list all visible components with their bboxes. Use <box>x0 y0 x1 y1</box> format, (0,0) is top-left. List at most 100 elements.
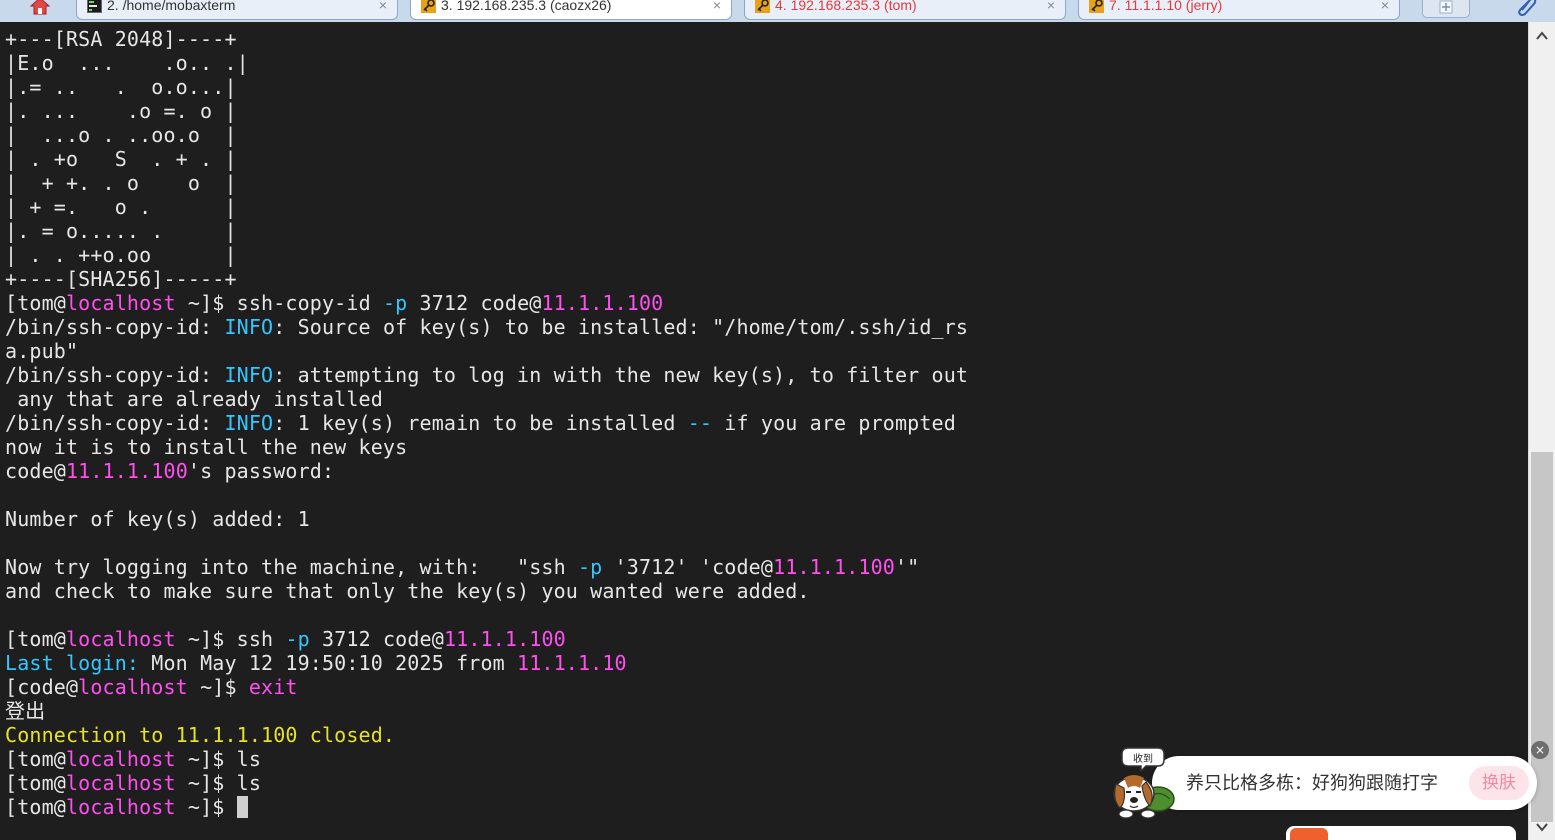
ssh-key-icon <box>421 0 436 13</box>
terminal-line: Now try logging into the machine, with: … <box>5 555 968 579</box>
scroll-down-arrow-icon[interactable] <box>1534 820 1550 834</box>
terminal-text-segment: a.pub" <box>5 339 79 363</box>
tab-home-mobaxterm[interactable]: 2. /home/mobaxterm × <box>76 0 398 20</box>
terminal-text-segment: ~]$ ls <box>175 771 262 795</box>
terminal-text-segment: [tom@ <box>5 771 66 795</box>
close-tab-icon[interactable]: × <box>1047 0 1055 16</box>
terminal-line: Connection to 11.1.1.100 closed. <box>5 723 968 747</box>
terminal-text-segment: | . +o S . + . | <box>5 147 237 171</box>
tab-session-jerry[interactable]: 7. 11.1.1.10 (jerry) × <box>1078 0 1400 20</box>
terminal-text-segment: 登出 <box>5 699 46 723</box>
terminal-line: /bin/ssh-copy-id: INFO: attempting to lo… <box>5 363 968 387</box>
terminal-text-segment: localhost <box>65 291 176 315</box>
terminal-line: Number of key(s) added: 1 <box>5 507 968 531</box>
terminal-line: now it is to install the new keys <box>5 435 968 459</box>
terminal-text-segment: [code@ <box>5 675 79 699</box>
terminal-text-segment: [tom@ <box>5 795 66 819</box>
terminal-text-segment: |. = o..... . | <box>5 219 237 243</box>
tab-session-tom[interactable]: 4. 192.168.235.3 (tom) × <box>744 0 1066 20</box>
terminal-text-segment: |.= .. . o.o...| <box>5 75 237 99</box>
terminal-text-segment: Mon May 12 19:50:10 2025 from <box>139 651 518 675</box>
tab-label: 4. 192.168.235.3 (tom) <box>775 0 917 13</box>
terminal-line: and check to make sure that only the key… <box>5 579 968 603</box>
terminal-text-segment: | ...o . ..oo.o | <box>5 123 237 147</box>
terminal-line: | + +. . o o | <box>5 171 968 195</box>
terminal-line: 登出 <box>5 699 968 723</box>
paperclip-icon[interactable] <box>1516 0 1538 16</box>
terminal-text-segment: ~]$ <box>187 675 249 699</box>
new-tab-button[interactable] <box>1422 0 1470 18</box>
terminal-text-segment: and check to make sure that only the key… <box>5 579 810 603</box>
terminal-text-segment: |E.o ... .o.. .| <box>5 51 249 75</box>
terminal-line: code@11.1.1.100's password: <box>5 459 968 483</box>
terminal-text-segment: |. ... .o =. o | <box>5 99 237 123</box>
terminal-text-segment: /bin/ssh-copy-id: <box>5 411 225 435</box>
terminal-line: any that are already installed <box>5 387 968 411</box>
terminal-text-segment: localhost <box>65 795 176 819</box>
terminal-text-segment: 11.1.1.100 <box>541 291 664 315</box>
terminal-text-segment: Last login: <box>5 651 140 675</box>
terminal-line: |E.o ... .o.. .| <box>5 51 968 75</box>
terminal-text-segment: 3712 code@ <box>309 627 444 651</box>
terminal-line: |. = o..... . | <box>5 219 968 243</box>
terminal-text-segment: : attempting to log in with the new key(… <box>273 363 969 387</box>
terminal-text-segment: | . . ++o.oo | <box>5 243 237 267</box>
terminal-line: | + =. o . | <box>5 195 968 219</box>
terminal-text-segment: 11.1.1.100 <box>773 555 895 579</box>
terminal-text-segment: -- <box>687 411 713 435</box>
terminal-text-segment: 11.1.1.10 <box>517 651 627 675</box>
home-icon[interactable] <box>28 0 52 18</box>
terminal-text-segment: | + +. . o o | <box>5 171 237 195</box>
tab-label: 2. /home/mobaxterm <box>107 0 236 13</box>
terminal-line: /bin/ssh-copy-id: INFO: 1 key(s) remain … <box>5 411 968 435</box>
terminal-text-segment: INFO <box>224 315 274 339</box>
terminal-text-segment: INFO <box>224 411 274 435</box>
terminal-line: +---[RSA 2048]----+ <box>5 27 968 51</box>
scrollbar-thumb[interactable] <box>1531 452 1553 822</box>
terminal-text-segment: Now try logging into the machine, with: … <box>5 555 578 579</box>
beagle-mascot-icon: 收到 <box>1113 747 1175 819</box>
terminal-text-segment: '" <box>894 555 920 579</box>
terminal-text-segment: code@ <box>5 459 66 483</box>
terminal-text-segment: +----[SHA256]-----+ <box>5 267 237 291</box>
terminal-text-segment: 11.1.1.100 <box>65 459 188 483</box>
taskbar-edge <box>1286 826 1516 840</box>
terminal-text-segment: : 1 key(s) remain to be installed <box>273 411 688 435</box>
terminal-text-segment: -p <box>382 291 408 315</box>
tab-session-caozx26[interactable]: 3. 192.168.235.3 (caozx26) × <box>410 0 732 20</box>
terminal-output[interactable]: +---[RSA 2048]----+ |E.o ... .o.. .| |.= .… <box>0 27 1528 840</box>
ime-suggestion-text: 养只比格多栋：好狗狗跟随打字 <box>1186 773 1438 794</box>
terminal-text-segment: /bin/ssh-copy-id: <box>5 315 225 339</box>
terminal-line: | . +o S . + . | <box>5 147 968 171</box>
change-skin-button[interactable]: 换肤 <box>1469 766 1529 800</box>
ime-suggestion-bar[interactable]: 养只比格多栋：好狗狗跟随打字 换肤 <box>1152 756 1537 810</box>
terminal-text-segment: localhost <box>65 747 176 771</box>
terminal-line: a.pub" <box>5 339 968 363</box>
terminal-text-segment: : Source of key(s) to be installed: "/ho… <box>273 315 969 339</box>
close-icon[interactable]: × <box>1531 741 1549 759</box>
terminal-text-segment: '3712' 'code@ <box>602 555 774 579</box>
terminal-text-segment: ~]$ <box>175 795 237 819</box>
tab-label: 3. 192.168.235.3 (caozx26) <box>441 0 612 13</box>
terminal-text-segment: localhost <box>65 771 176 795</box>
terminal-lines: +---[RSA 2048]----+ |E.o ... .o.. .| |.= .… <box>5 27 968 819</box>
terminal-text-segment: if you are prompted <box>712 411 956 435</box>
scroll-up-arrow-icon[interactable] <box>1534 28 1550 44</box>
vertical-scrollbar[interactable] <box>1528 22 1555 840</box>
ssh-key-icon <box>1089 0 1104 13</box>
close-tab-icon[interactable]: × <box>713 0 721 16</box>
terminal-text-segment: [tom@ <box>5 291 66 315</box>
terminal-text-segment: INFO <box>224 363 274 387</box>
terminal-text-segment: exit <box>248 675 298 699</box>
terminal-text-segment: -p <box>285 627 310 651</box>
close-tab-icon[interactable]: × <box>379 0 387 16</box>
terminal-text-segment: 3712 code@ <box>407 291 542 315</box>
text-cursor <box>236 796 248 818</box>
terminal-text-segment: -p <box>577 555 603 579</box>
close-tab-icon[interactable]: × <box>1381 0 1389 16</box>
terminal-line: [tom@localhost ~]$ ssh -p 3712 code@11.1… <box>5 627 968 651</box>
ssh-key-icon <box>755 0 770 13</box>
